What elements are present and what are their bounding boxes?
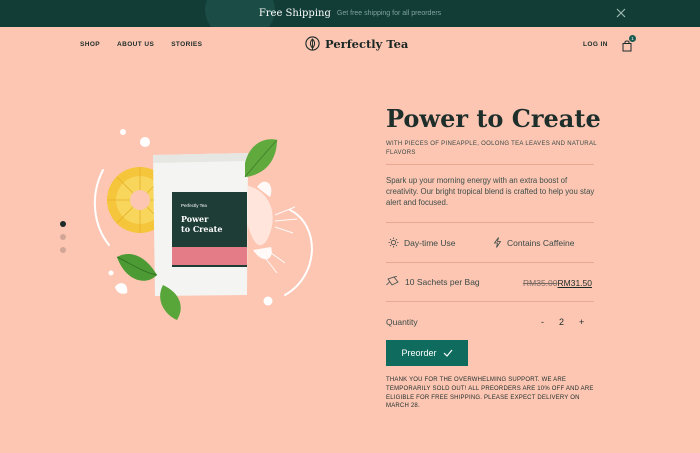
nav-about-us[interactable]: ABOUT US bbox=[117, 41, 154, 48]
quantity-value[interactable]: 2 bbox=[559, 317, 564, 327]
quantity-stepper: - 2 + bbox=[541, 317, 584, 327]
product-image: Perfectly Tea Power to Create bbox=[93, 129, 313, 320]
current-price: RM31.50 bbox=[557, 278, 593, 288]
close-icon[interactable] bbox=[615, 7, 627, 19]
old-price: RM35.00 bbox=[523, 278, 558, 288]
product-subtitle: WITH PIECES OF PINEAPPLE, OOLONG TEA LEA… bbox=[386, 141, 597, 156]
tea-bag-icon bbox=[386, 276, 399, 286]
divider bbox=[386, 164, 594, 165]
lightning-icon bbox=[493, 237, 502, 248]
sun-icon bbox=[388, 237, 399, 248]
feature-caffeine-label: Contains Caffeine bbox=[507, 237, 575, 248]
checkmark-icon bbox=[443, 349, 452, 357]
announcement-bar: Free Shipping Get free shipping for all … bbox=[0, 0, 700, 27]
quantity-decrease-button[interactable]: - bbox=[541, 317, 544, 327]
divider bbox=[386, 222, 594, 223]
sachets-info: 10 Sachets per Bag bbox=[386, 276, 480, 287]
price: RM35.00RM31.50 bbox=[523, 278, 592, 288]
product-title: Power to Create bbox=[386, 104, 601, 133]
announcement-message: Free Shipping Get free shipping for all … bbox=[0, 0, 700, 27]
feature-daytime: Day-time Use bbox=[388, 237, 455, 248]
divider bbox=[386, 301, 594, 302]
divider bbox=[386, 262, 594, 263]
feature-caffeine: Contains Caffeine bbox=[493, 237, 574, 248]
gallery-dot-3[interactable] bbox=[60, 247, 66, 253]
product-description: Spark up your morning energy with an ext… bbox=[386, 176, 595, 207]
preorder-notice: THANK YOU FOR THE OVERWHELMING SUPPORT. … bbox=[386, 377, 594, 410]
sachets-label: 10 Sachets per Bag bbox=[405, 276, 480, 287]
main-nav: SHOP ABOUT US STORIES bbox=[80, 41, 202, 48]
gallery-pagination bbox=[60, 221, 66, 253]
cart-button[interactable]: 1 bbox=[622, 35, 636, 52]
nav-stories[interactable]: STORIES bbox=[171, 41, 202, 48]
nav-shop[interactable]: SHOP bbox=[80, 41, 100, 48]
svg-text:Perfectly Tea: Perfectly Tea bbox=[181, 203, 207, 208]
login-link[interactable]: LOG IN bbox=[583, 41, 608, 48]
preorder-button[interactable]: Preorder bbox=[386, 340, 468, 366]
quantity-increase-button[interactable]: + bbox=[579, 317, 584, 327]
feature-daytime-label: Day-time Use bbox=[404, 237, 456, 248]
svg-text:Power: Power bbox=[181, 214, 209, 224]
gallery-dot-1[interactable] bbox=[60, 221, 66, 227]
announcement-subtitle: Get free shipping for all preorders bbox=[336, 10, 442, 17]
preorder-button-label: Preorder bbox=[401, 348, 437, 358]
logo[interactable]: Perfectly Tea bbox=[305, 36, 408, 51]
logo-text: Perfectly Tea bbox=[325, 36, 409, 51]
svg-text:to Create: to Create bbox=[181, 224, 222, 234]
announcement-title: Free Shipping bbox=[258, 8, 331, 19]
gallery-dot-2[interactable] bbox=[60, 234, 66, 240]
leaf-logo-icon bbox=[305, 36, 320, 51]
quantity-label: Quantity bbox=[386, 317, 418, 327]
cart-count-badge: 1 bbox=[629, 35, 636, 42]
